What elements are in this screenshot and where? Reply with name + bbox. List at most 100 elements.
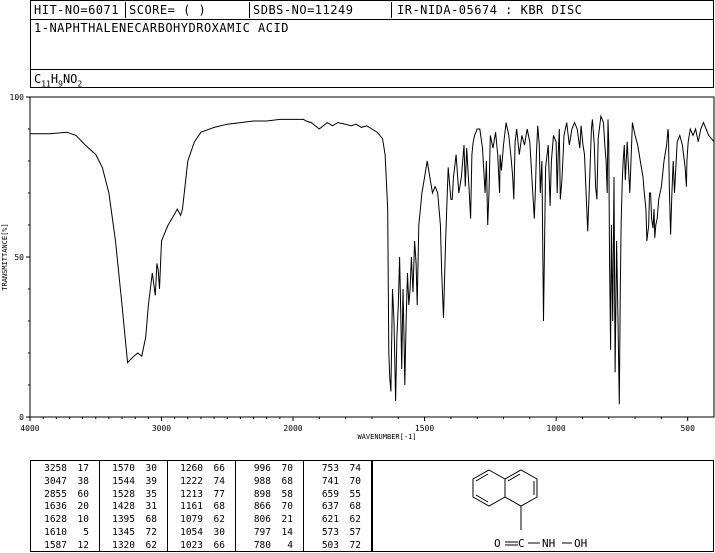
peak-transmittance: 72 bbox=[349, 539, 361, 551]
peak-transmittance: 77 bbox=[213, 488, 225, 500]
peak-wavenumber: 753 bbox=[321, 463, 339, 474]
peak-transmittance: 17 bbox=[77, 463, 89, 474]
peak-wavenumber: 1213 bbox=[180, 488, 203, 500]
x-axis-label: WAVENUMBER[-1] bbox=[357, 433, 416, 441]
peak-transmittance: 62 bbox=[349, 514, 361, 526]
peak-column-divider bbox=[167, 461, 168, 551]
peak-row: 1161 68 bbox=[173, 501, 225, 514]
peak-column-divider bbox=[303, 461, 304, 551]
peak-transmittance: 55 bbox=[349, 488, 361, 500]
peak-column: 1260 66 1222 74 1213 77 1161 68 1079 62 1054 30 1023… bbox=[173, 463, 225, 553]
y-tick-label: 0 bbox=[19, 413, 24, 422]
chemical-structure: O C NH OH bbox=[472, 469, 587, 550]
peak-transmittance: 57 bbox=[349, 526, 361, 538]
x-tick-label: 1000 bbox=[546, 424, 565, 433]
peak-wavenumber: 1528 bbox=[112, 488, 135, 500]
peak-transmittance: 60 bbox=[77, 488, 89, 500]
peak-row: 780 4 bbox=[241, 540, 293, 553]
peak-transmittance: 14 bbox=[281, 526, 293, 538]
peak-wavenumber: 1428 bbox=[112, 501, 135, 513]
peak-row: 898 58 bbox=[241, 489, 293, 502]
peak-transmittance: 70 bbox=[281, 501, 293, 513]
peak-column: 3258 17 3047 38 2855 60 1636 20 1628 10 1610 5 1587 1… bbox=[37, 463, 89, 553]
x-tick-label: 1500 bbox=[415, 424, 434, 433]
peak-wavenumber: 806 bbox=[253, 514, 271, 526]
peak-row: 1610 5 bbox=[37, 527, 89, 540]
peak-transmittance: 10 bbox=[77, 514, 89, 526]
peak-transmittance: 72 bbox=[145, 526, 157, 538]
peak-table: 3258 17 3047 38 2855 60 1636 20 1628 10 1610 5 1587 1… bbox=[30, 460, 372, 552]
peak-transmittance: 74 bbox=[349, 463, 361, 474]
peak-row: 806 21 bbox=[241, 514, 293, 527]
peak-transmittance: 68 bbox=[349, 501, 361, 513]
peak-row: 1023 66 bbox=[173, 540, 225, 553]
peak-wavenumber: 637 bbox=[321, 501, 339, 513]
x-tick-label: 4000 bbox=[20, 424, 39, 433]
peak-wavenumber: 1395 bbox=[112, 514, 135, 526]
peak-transmittance: 62 bbox=[213, 514, 225, 526]
peak-row: 3047 38 bbox=[37, 476, 89, 489]
peak-row: 1628 10 bbox=[37, 514, 89, 527]
peak-row: 1054 30 bbox=[173, 527, 225, 540]
peak-transmittance: 62 bbox=[145, 539, 157, 551]
peak-wavenumber: 988 bbox=[253, 475, 271, 487]
peak-wavenumber: 866 bbox=[253, 501, 271, 513]
peak-row: 621 62 bbox=[309, 514, 361, 527]
peak-row: 1428 31 bbox=[105, 501, 157, 514]
peak-wavenumber: 659 bbox=[321, 488, 339, 500]
peak-wavenumber: 797 bbox=[253, 526, 271, 538]
peak-wavenumber: 1260 bbox=[180, 463, 203, 474]
peak-wavenumber: 3258 bbox=[44, 463, 67, 474]
peak-column: 996 70 988 68 898 58 866 70 806 21 797 14 780 4 bbox=[241, 463, 293, 553]
peak-transmittance: 70 bbox=[349, 475, 361, 487]
peak-wavenumber: 1544 bbox=[112, 475, 135, 487]
ir-spectrum-chart: 4000 3000 2000 1500 1000 500100500WAVENUMBER[… bbox=[1, 93, 715, 441]
peak-row: 659 55 bbox=[309, 489, 361, 502]
peak-transmittance: 30 bbox=[213, 526, 225, 538]
peak-transmittance: 66 bbox=[213, 539, 225, 551]
peak-row: 797 14 bbox=[241, 527, 293, 540]
peak-wavenumber: 621 bbox=[321, 514, 339, 526]
peak-row: 1260 66 bbox=[173, 463, 225, 476]
y-axis-label: TRANSMITTANCE[%] bbox=[1, 223, 9, 290]
peak-row: 573 57 bbox=[309, 527, 361, 540]
peak-column: 753 74 741 70 659 55 637 68 621 62 573 57 503 72 bbox=[309, 463, 361, 553]
peak-column-divider bbox=[99, 461, 100, 551]
peak-wavenumber: 1222 bbox=[180, 475, 203, 487]
peak-wavenumber: 3047 bbox=[44, 475, 67, 487]
peak-row: 988 68 bbox=[241, 476, 293, 489]
peak-transmittance: 68 bbox=[145, 514, 157, 526]
peak-row: 1395 68 bbox=[105, 514, 157, 527]
peak-row: 753 74 bbox=[309, 463, 361, 476]
peak-transmittance: 68 bbox=[213, 501, 225, 513]
peak-row: 1544 39 bbox=[105, 476, 157, 489]
peak-wavenumber: 1161 bbox=[180, 501, 203, 513]
y-tick-label: 50 bbox=[14, 253, 24, 262]
peak-wavenumber: 1610 bbox=[44, 526, 67, 538]
spectrum-line bbox=[30, 114, 715, 405]
peak-wavenumber: 1570 bbox=[112, 463, 135, 474]
peak-wavenumber: 1628 bbox=[44, 514, 67, 526]
nh-label: NH bbox=[542, 537, 555, 550]
peak-row: 3258 17 bbox=[37, 463, 89, 476]
carbonyl-oxygen-label: O bbox=[494, 537, 501, 550]
naphthalene-ring-icon bbox=[472, 469, 572, 546]
peak-wavenumber: 2855 bbox=[44, 488, 67, 500]
peak-row: 637 68 bbox=[309, 501, 361, 514]
peak-transmittance: 5 bbox=[83, 526, 89, 538]
peak-transmittance: 58 bbox=[281, 488, 293, 500]
x-tick-label: 3000 bbox=[152, 424, 171, 433]
carbon-label: C bbox=[518, 537, 525, 550]
peak-row: 1213 77 bbox=[173, 489, 225, 502]
peak-wavenumber: 741 bbox=[321, 475, 339, 487]
peak-wavenumber: 573 bbox=[321, 526, 339, 538]
peak-row: 1222 74 bbox=[173, 476, 225, 489]
peak-transmittance: 4 bbox=[287, 539, 293, 551]
peak-row: 1587 12 bbox=[37, 540, 89, 553]
peak-transmittance: 12 bbox=[77, 539, 89, 551]
peak-wavenumber: 1079 bbox=[180, 514, 203, 526]
peak-transmittance: 38 bbox=[77, 475, 89, 487]
peak-row: 1079 62 bbox=[173, 514, 225, 527]
y-tick-label: 100 bbox=[10, 93, 25, 102]
peak-row: 1570 30 bbox=[105, 463, 157, 476]
